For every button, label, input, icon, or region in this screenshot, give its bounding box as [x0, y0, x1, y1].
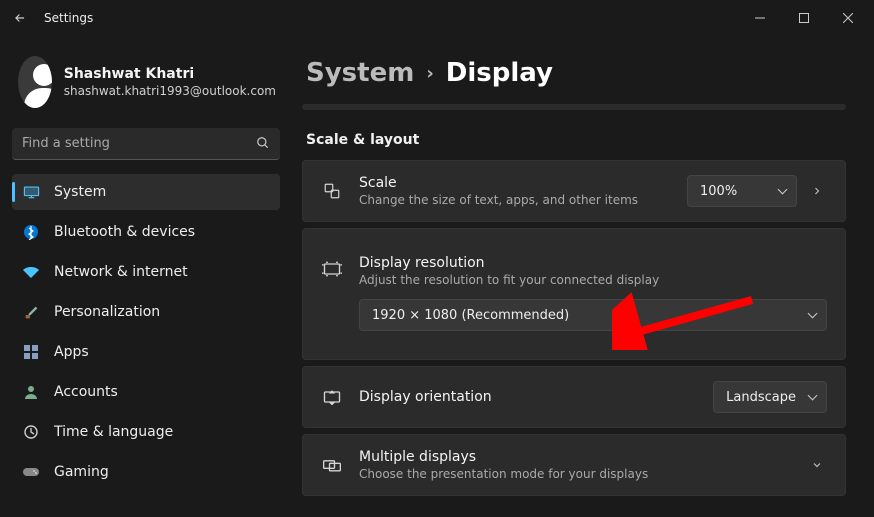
resolution-sub: Adjust the resolution to fit your connec…: [359, 273, 827, 287]
apps-icon: [22, 345, 40, 359]
sidebar-item-bluetooth-devices[interactable]: Bluetooth & devices: [12, 214, 280, 250]
multiple-displays-icon: [321, 457, 343, 473]
system-icon: [22, 185, 40, 199]
card-multiple-displays[interactable]: Multiple displays Choose the presentatio…: [302, 434, 846, 496]
card-orientation[interactable]: Display orientation Landscape: [302, 366, 846, 428]
search-input[interactable]: [12, 128, 280, 160]
back-button[interactable]: [4, 2, 36, 34]
acc-icon: [22, 385, 40, 399]
orientation-select[interactable]: Landscape: [713, 381, 827, 413]
scale-sub: Change the size of text, apps, and other…: [359, 193, 671, 207]
breadcrumb: System › Display: [302, 58, 846, 88]
multiple-title: Multiple displays: [359, 449, 791, 465]
sidebar-item-network-internet[interactable]: Network & internet: [12, 254, 280, 290]
window-title: Settings: [44, 11, 93, 25]
scale-title: Scale: [359, 175, 671, 191]
scale-icon: [321, 182, 343, 200]
multiple-sub: Choose the presentation mode for your di…: [359, 467, 791, 481]
minimize-button[interactable]: [738, 2, 782, 34]
sidebar-item-label: Personalization: [54, 304, 160, 320]
profile-block[interactable]: Shashwat Khatri shashwat.khatri1993@outl…: [12, 48, 280, 122]
avatar: [18, 56, 52, 108]
sidebar-item-label: Gaming: [54, 464, 109, 480]
brush-icon: [22, 305, 40, 320]
search-icon: [256, 136, 270, 150]
sidebar-item-time-language[interactable]: Time & language: [12, 414, 280, 450]
breadcrumb-current: Display: [446, 58, 553, 88]
sidebar-item-label: Apps: [54, 344, 89, 360]
profile-name: Shashwat Khatri: [64, 66, 276, 82]
search-box[interactable]: [12, 128, 280, 160]
section-title: Scale & layout: [306, 132, 846, 148]
chevron-down-icon[interactable]: [807, 459, 827, 471]
card-resolution[interactable]: Display resolution Adjust the resolution…: [302, 228, 846, 360]
scale-select[interactable]: 100%: [687, 175, 797, 207]
sidebar-item-system[interactable]: System: [12, 174, 280, 210]
card-scale[interactable]: Scale Change the size of text, apps, and…: [302, 160, 846, 222]
resolution-select[interactable]: 1920 × 1080 (Recommended): [359, 299, 827, 331]
game-icon: [22, 466, 40, 478]
resolution-icon: [321, 261, 343, 277]
orientation-title: Display orientation: [359, 389, 697, 405]
chevron-right-icon: ›: [426, 63, 433, 84]
sidebar-item-label: Time & language: [54, 424, 173, 440]
resolution-title: Display resolution: [359, 255, 827, 271]
header-divider: [302, 104, 846, 110]
bt-icon: [22, 224, 40, 240]
maximize-button[interactable]: [782, 2, 826, 34]
profile-email: shashwat.khatri1993@outlook.com: [64, 84, 276, 98]
sidebar-item-label: Bluetooth & devices: [54, 224, 195, 240]
sidebar-item-label: Network & internet: [54, 264, 188, 280]
breadcrumb-parent[interactable]: System: [306, 58, 414, 88]
wifi-icon: [22, 266, 40, 278]
sidebar-item-gaming[interactable]: Gaming: [12, 454, 280, 490]
orientation-icon: [321, 389, 343, 405]
time-icon: [22, 425, 40, 439]
sidebar-item-label: System: [54, 184, 106, 200]
sidebar-item-personalization[interactable]: Personalization: [12, 294, 280, 330]
chevron-right-icon[interactable]: [807, 185, 827, 197]
sidebar-item-accounts[interactable]: Accounts: [12, 374, 280, 410]
sidebar-item-label: Accounts: [54, 384, 118, 400]
sidebar-item-apps[interactable]: Apps: [12, 334, 280, 370]
close-button[interactable]: [826, 2, 870, 34]
